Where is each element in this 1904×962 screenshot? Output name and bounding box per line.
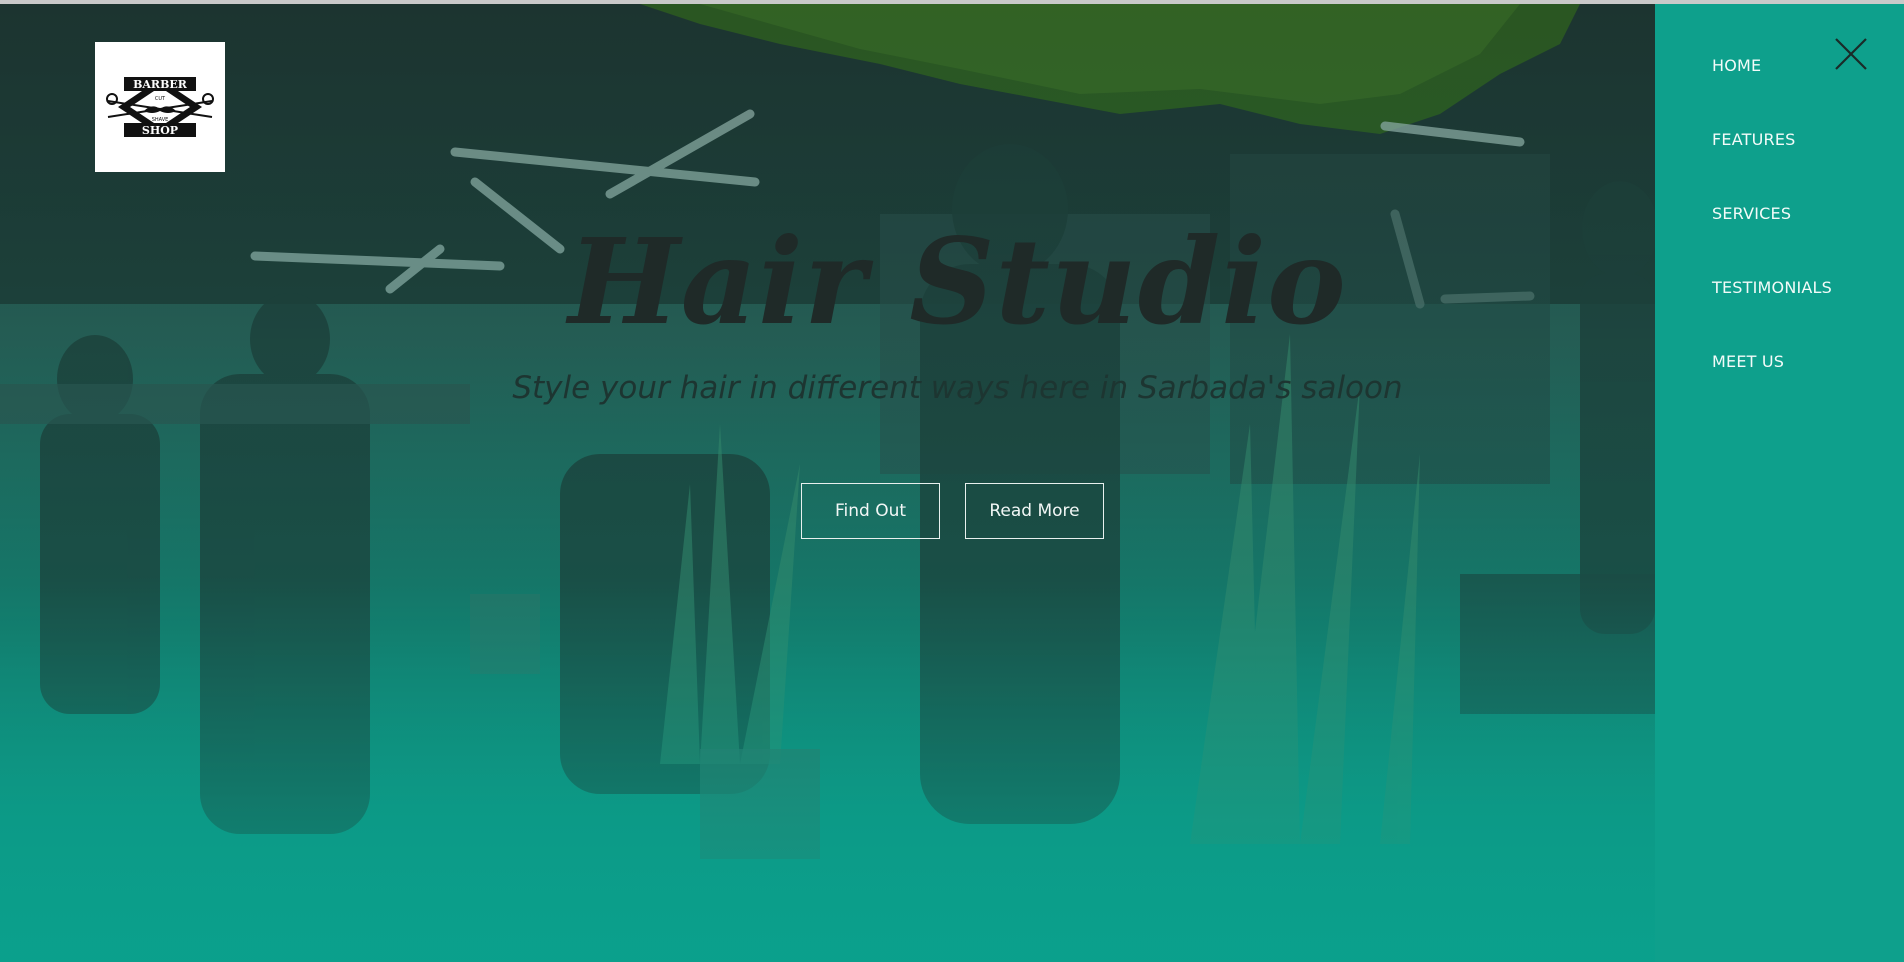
hero-subtitle: Style your hair in different ways here i… [512, 370, 1403, 406]
hero-title: Hair Studio [568, 212, 1347, 351]
svg-text:BARBER: BARBER [133, 78, 188, 91]
close-menu-button[interactable] [1833, 36, 1869, 72]
svg-text:SHOP: SHOP [142, 124, 178, 137]
read-more-button[interactable]: Read More [965, 483, 1104, 539]
barber-shop-logo-icon: BARBER SHOP CUT SHAVE [104, 71, 216, 143]
side-navigation-panel: HOME FEATURES SERVICES TESTIMONIALS MEET… [1655, 4, 1904, 962]
nav-item-features[interactable]: FEATURES [1712, 130, 1795, 149]
nav-item-meet-us[interactable]: MEET US [1712, 352, 1784, 371]
close-icon [1835, 38, 1867, 70]
nav-item-testimonials[interactable]: TESTIMONIALS [1712, 278, 1832, 297]
browser-top-edge [0, 0, 1904, 4]
find-out-button[interactable]: Find Out [801, 483, 940, 539]
svg-text:CUT: CUT [155, 96, 166, 102]
svg-text:SHAVE: SHAVE [152, 117, 169, 123]
nav-item-services[interactable]: SERVICES [1712, 204, 1791, 223]
site-logo[interactable]: BARBER SHOP CUT SHAVE [95, 42, 225, 172]
nav-item-home[interactable]: HOME [1712, 56, 1761, 75]
